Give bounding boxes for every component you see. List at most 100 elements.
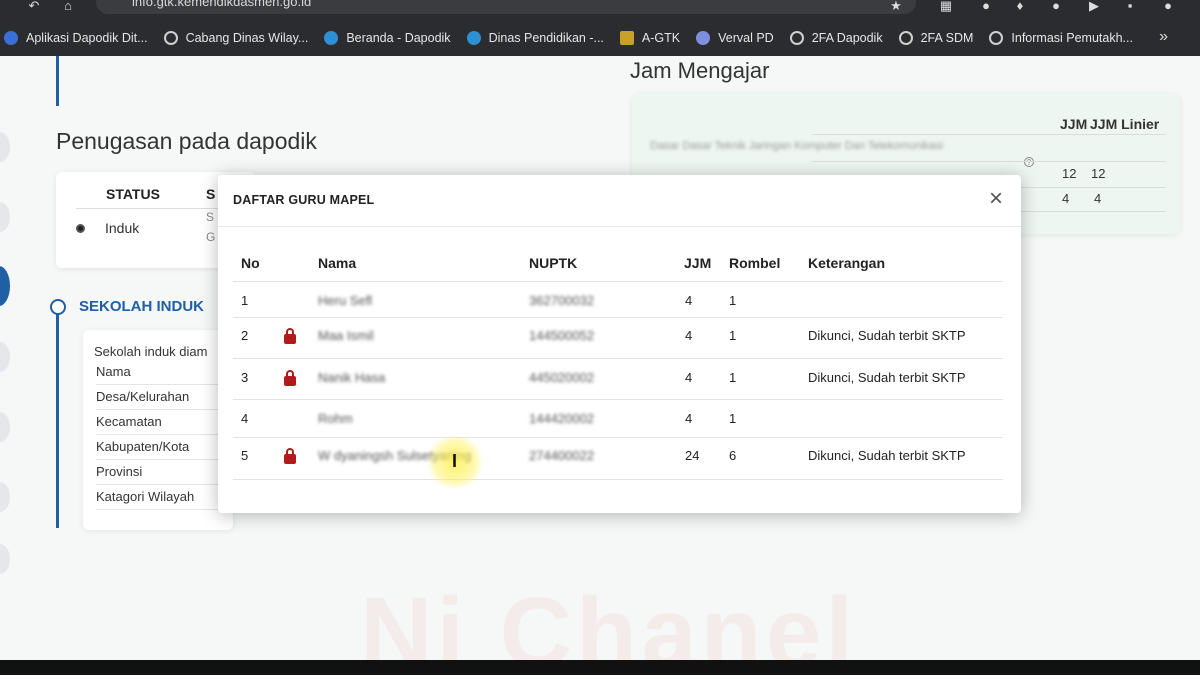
close-icon[interactable]: × [985, 187, 1007, 211]
bookmark-label: Dinas Pendidikan -... [488, 31, 604, 45]
lock-icon [284, 328, 296, 344]
lock-icon [284, 370, 296, 386]
bookmark-label: Informasi Pemutakh... [1011, 31, 1133, 45]
site-icon [696, 31, 711, 45]
jjm-value: 4 [1062, 191, 1070, 206]
cell-rombel: 1 [729, 328, 737, 343]
bookmark-label: Cabang Dinas Wilay... [185, 31, 309, 45]
status-header-2: S [206, 186, 216, 202]
field-label: Nama [96, 360, 226, 385]
bookmark-item[interactable]: A-GTK [619, 31, 681, 45]
jjm-header: JJM [1060, 116, 1088, 132]
column-header-no: No [241, 255, 260, 271]
status-sub-1: S [206, 210, 215, 224]
star-icon[interactable]: ★ [888, 0, 904, 13]
row-divider [233, 317, 1003, 318]
sekolah-intro: Sekolah induk diam [94, 344, 208, 359]
extension-icon[interactable]: ● [1048, 0, 1064, 13]
cell-nama: Heru Sefl [318, 293, 373, 308]
bookmark-item[interactable]: Verval PD [696, 31, 774, 45]
bookmark-item[interactable]: 2FA Dapodik [789, 31, 883, 45]
field-label: Kabupaten/Kota [96, 435, 226, 460]
cell-nama: Nanik Hasa [318, 370, 386, 385]
bookmark-item[interactable]: Informasi Pemutakh... [989, 31, 1133, 45]
site-icon [324, 31, 339, 45]
cell-keterangan: Dikunci, Sudah terbit SKTP [808, 370, 966, 385]
cell-nuptk: 144500052 [529, 328, 595, 343]
bottom-bar [0, 660, 1200, 675]
bookmark-label: Aplikasi Dapodik Dit... [26, 31, 148, 45]
cell-nama: Rohm [318, 411, 353, 426]
bookmark-label: A-GTK [641, 31, 681, 45]
browser-top-bar: info.gtk.kemendikdasmen.go.id ↶ ⌂ ★ ▦ ● … [0, 0, 1200, 20]
jjm-linier-header: JJM Linier [1090, 116, 1160, 132]
back-icon[interactable]: ↶ [26, 0, 42, 13]
cell-nama: Maa Ismil [318, 328, 374, 343]
column-header-rombel: Rombel [729, 255, 781, 271]
cell-keterangan: Dikunci, Sudah terbit SKTP [808, 448, 966, 463]
globe-icon [989, 31, 1004, 45]
bookmark-item[interactable]: Dinas Pendidikan -... [466, 31, 604, 45]
text-cursor-icon: I [451, 451, 457, 471]
cell-no: 4 [241, 411, 249, 426]
profile-icon[interactable]: ● [1160, 0, 1176, 13]
cell-no: 1 [241, 293, 249, 308]
extension-icon[interactable]: ● [978, 0, 994, 13]
column-header-keterangan: Keterangan [808, 255, 886, 271]
extension-icon[interactable]: ▪ [1122, 0, 1138, 13]
cell-rombel: 1 [729, 293, 737, 308]
cell-rombel: 1 [729, 411, 737, 426]
cell-jjm: 4 [685, 411, 693, 426]
cell-nuptk: 274400022 [529, 448, 595, 463]
bookmarks-more-icon[interactable]: » [1159, 28, 1168, 46]
bookmark-item[interactable]: 2FA SDM [898, 31, 974, 45]
cell-nuptk: 362700032 [529, 293, 595, 308]
side-nav-active-marker[interactable] [0, 266, 10, 306]
column-header-nuptk: NUPTK [529, 255, 578, 271]
column-header-nama: Nama [318, 255, 357, 271]
cell-jjm: 4 [685, 370, 693, 385]
row-divider [233, 399, 1003, 400]
cell-no: 3 [241, 370, 249, 385]
cell-jjm: 24 [685, 448, 700, 463]
cell-no: 5 [241, 448, 249, 463]
cell-nuptk: 445020002 [529, 370, 595, 385]
extension-icon[interactable]: ▦ [938, 0, 954, 13]
field-label: Provinsi [96, 460, 226, 485]
jam-mengajar-title: Jam Mengajar [630, 58, 770, 83]
address-bar[interactable]: info.gtk.kemendikdasmen.go.id [96, 0, 916, 14]
cell-jjm: 4 [685, 293, 693, 308]
status-radio[interactable] [76, 224, 85, 233]
bookmark-label: 2FA SDM [920, 31, 974, 45]
cell-keterangan: Dikunci, Sudah terbit SKTP [808, 328, 966, 343]
row-divider [233, 437, 1003, 438]
status-value: Induk [105, 220, 140, 236]
extension-icon[interactable]: ♦ [1012, 0, 1028, 13]
mapel-label: Dasar Dasar Teknik Jaringan Komputer Dan… [650, 140, 944, 152]
field-label: Kecamatan [96, 410, 226, 435]
lock-icon [284, 448, 296, 464]
sekolah-induk-title: SEKOLAH INDUK [79, 298, 205, 315]
bookmark-item[interactable]: Beranda - Dapodik [324, 31, 451, 45]
row-divider [233, 479, 1003, 480]
site-icon [619, 31, 634, 45]
sekolah-induk-card: Sekolah induk diam Nama Desa/Kelurahan K… [83, 330, 233, 530]
row-divider [233, 358, 1003, 359]
globe-icon [789, 31, 804, 45]
home-icon[interactable]: ⌂ [60, 0, 76, 13]
row-divider [233, 281, 1003, 282]
site-icon [4, 31, 18, 45]
cell-rombel: 1 [729, 370, 737, 385]
extension-icon[interactable]: ▶ [1086, 0, 1102, 13]
field-label: Katagori Wilayah [96, 485, 226, 510]
status-header: STATUS [106, 186, 160, 202]
help-icon[interactable]: ? [1024, 157, 1034, 167]
cell-rombel: 6 [729, 448, 737, 463]
bookmark-label: Verval PD [718, 31, 774, 45]
bookmark-item[interactable]: Aplikasi Dapodik Dit... [4, 31, 148, 45]
divider [812, 161, 1166, 162]
site-icon [466, 31, 481, 45]
divider [218, 226, 1021, 227]
bookmark-item[interactable]: Cabang Dinas Wilay... [163, 31, 309, 45]
status-sub-2: G [206, 230, 216, 244]
